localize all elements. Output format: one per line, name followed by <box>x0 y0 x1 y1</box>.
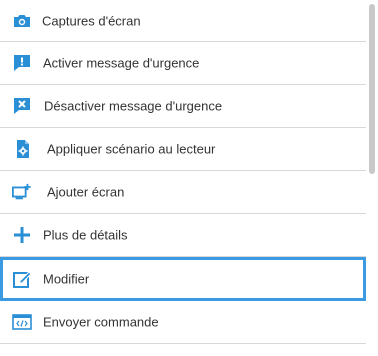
menu-item-label: Ajouter écran <box>47 184 125 200</box>
context-menu: Captures d'écran Activer message d'urgen… <box>0 0 378 356</box>
menu-item-label: Désactiver message d'urgence <box>44 98 223 114</box>
menu-item-send-command[interactable]: Envoyer commande <box>0 301 366 344</box>
menu-item-label: Activer message d'urgence <box>43 55 200 71</box>
menu-item-label: Envoyer commande <box>43 314 159 330</box>
menu-item-add-screen[interactable]: Ajouter écran <box>0 171 366 214</box>
menu-item-screenshots[interactable]: Captures d'écran <box>0 0 366 42</box>
camera-icon <box>12 11 32 31</box>
menu-item-edit[interactable]: Modifier <box>0 257 366 301</box>
menu-item-label: Captures d'écran <box>42 13 141 28</box>
menu-list: Captures d'écran Activer message d'urgen… <box>0 0 366 344</box>
menu-item-label: Appliquer scénario au lecteur <box>47 141 216 157</box>
menu-item-label: Modifier <box>43 271 90 286</box>
menu-item-deactivate-emergency[interactable]: Désactiver message d'urgence <box>0 85 366 128</box>
scenario-settings-icon <box>13 139 33 159</box>
plus-icon <box>12 225 32 245</box>
alert-message-icon <box>12 53 32 73</box>
edit-icon <box>12 269 32 289</box>
command-icon <box>12 312 32 332</box>
menu-item-more-details[interactable]: Plus de détails <box>0 214 366 257</box>
clear-message-icon <box>12 96 32 116</box>
vertical-scrollbar[interactable] <box>369 4 375 174</box>
add-screen-icon <box>12 182 32 202</box>
menu-item-apply-scenario[interactable]: Appliquer scénario au lecteur <box>0 128 366 171</box>
menu-item-activate-emergency[interactable]: Activer message d'urgence <box>0 42 366 85</box>
menu-item-label: Plus de détails <box>43 227 128 243</box>
